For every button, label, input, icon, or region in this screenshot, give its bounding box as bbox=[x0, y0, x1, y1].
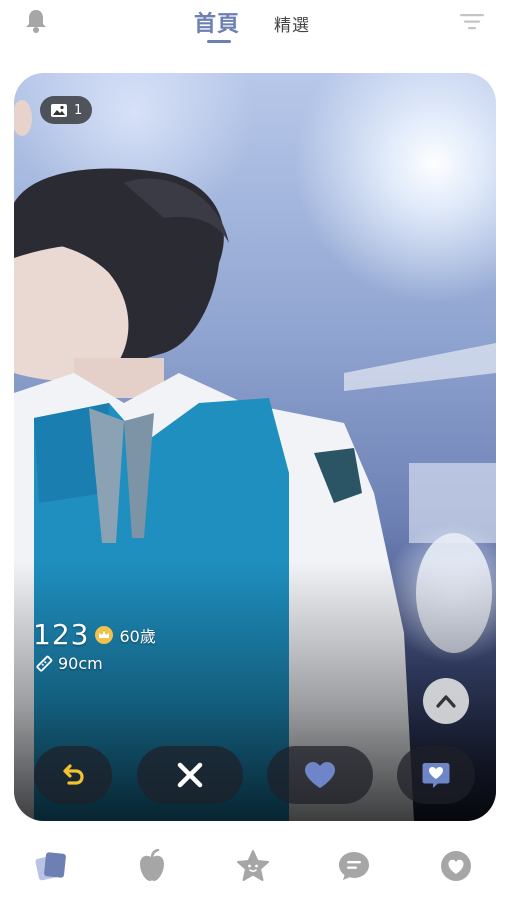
bell-icon[interactable] bbox=[24, 8, 48, 34]
star-face-icon bbox=[237, 850, 269, 881]
like-button[interactable] bbox=[267, 746, 373, 804]
profile-card[interactable]: 1 123 60歲 90cm bbox=[14, 73, 496, 821]
profile-age: 60歲 bbox=[119, 626, 156, 646]
undo-button[interactable] bbox=[34, 746, 112, 804]
photo-count-badge: 1 bbox=[40, 96, 93, 124]
profile-name: 123 bbox=[33, 618, 90, 651]
profile-name-row: 123 60歲 bbox=[33, 618, 156, 651]
heart-circle-icon bbox=[441, 851, 471, 881]
undo-icon bbox=[63, 764, 84, 785]
profile-height: 90cm bbox=[58, 654, 103, 673]
tab-home[interactable]: 首頁 bbox=[194, 6, 240, 38]
ruler-icon bbox=[36, 655, 53, 672]
chevron-up-icon bbox=[436, 695, 456, 708]
expand-profile-button[interactable] bbox=[423, 678, 469, 724]
cards-icon bbox=[35, 852, 66, 881]
heart-icon bbox=[305, 762, 335, 788]
active-tab-indicator bbox=[207, 40, 231, 43]
top-bar: 首頁 精選 bbox=[0, 0, 507, 60]
tab-featured[interactable]: 精選 bbox=[274, 11, 310, 36]
filter-icon[interactable] bbox=[459, 12, 485, 32]
photo-count: 1 bbox=[74, 102, 83, 118]
nav-chat[interactable] bbox=[334, 846, 374, 886]
bottom-navigation bbox=[0, 836, 507, 900]
close-icon bbox=[177, 762, 203, 788]
crown-badge-icon bbox=[95, 625, 114, 644]
apple-icon bbox=[140, 849, 164, 881]
nav-cards[interactable] bbox=[32, 846, 72, 886]
nav-likes[interactable] bbox=[436, 846, 476, 886]
pass-button[interactable] bbox=[137, 746, 243, 804]
image-icon bbox=[51, 103, 67, 117]
profile-height-row: 90cm bbox=[35, 654, 103, 673]
super-like-button[interactable] bbox=[397, 746, 475, 804]
heart-message-icon bbox=[422, 763, 450, 788]
nav-star[interactable] bbox=[233, 846, 273, 886]
chat-bubble-icon bbox=[339, 852, 369, 880]
nav-moments[interactable] bbox=[132, 846, 172, 886]
